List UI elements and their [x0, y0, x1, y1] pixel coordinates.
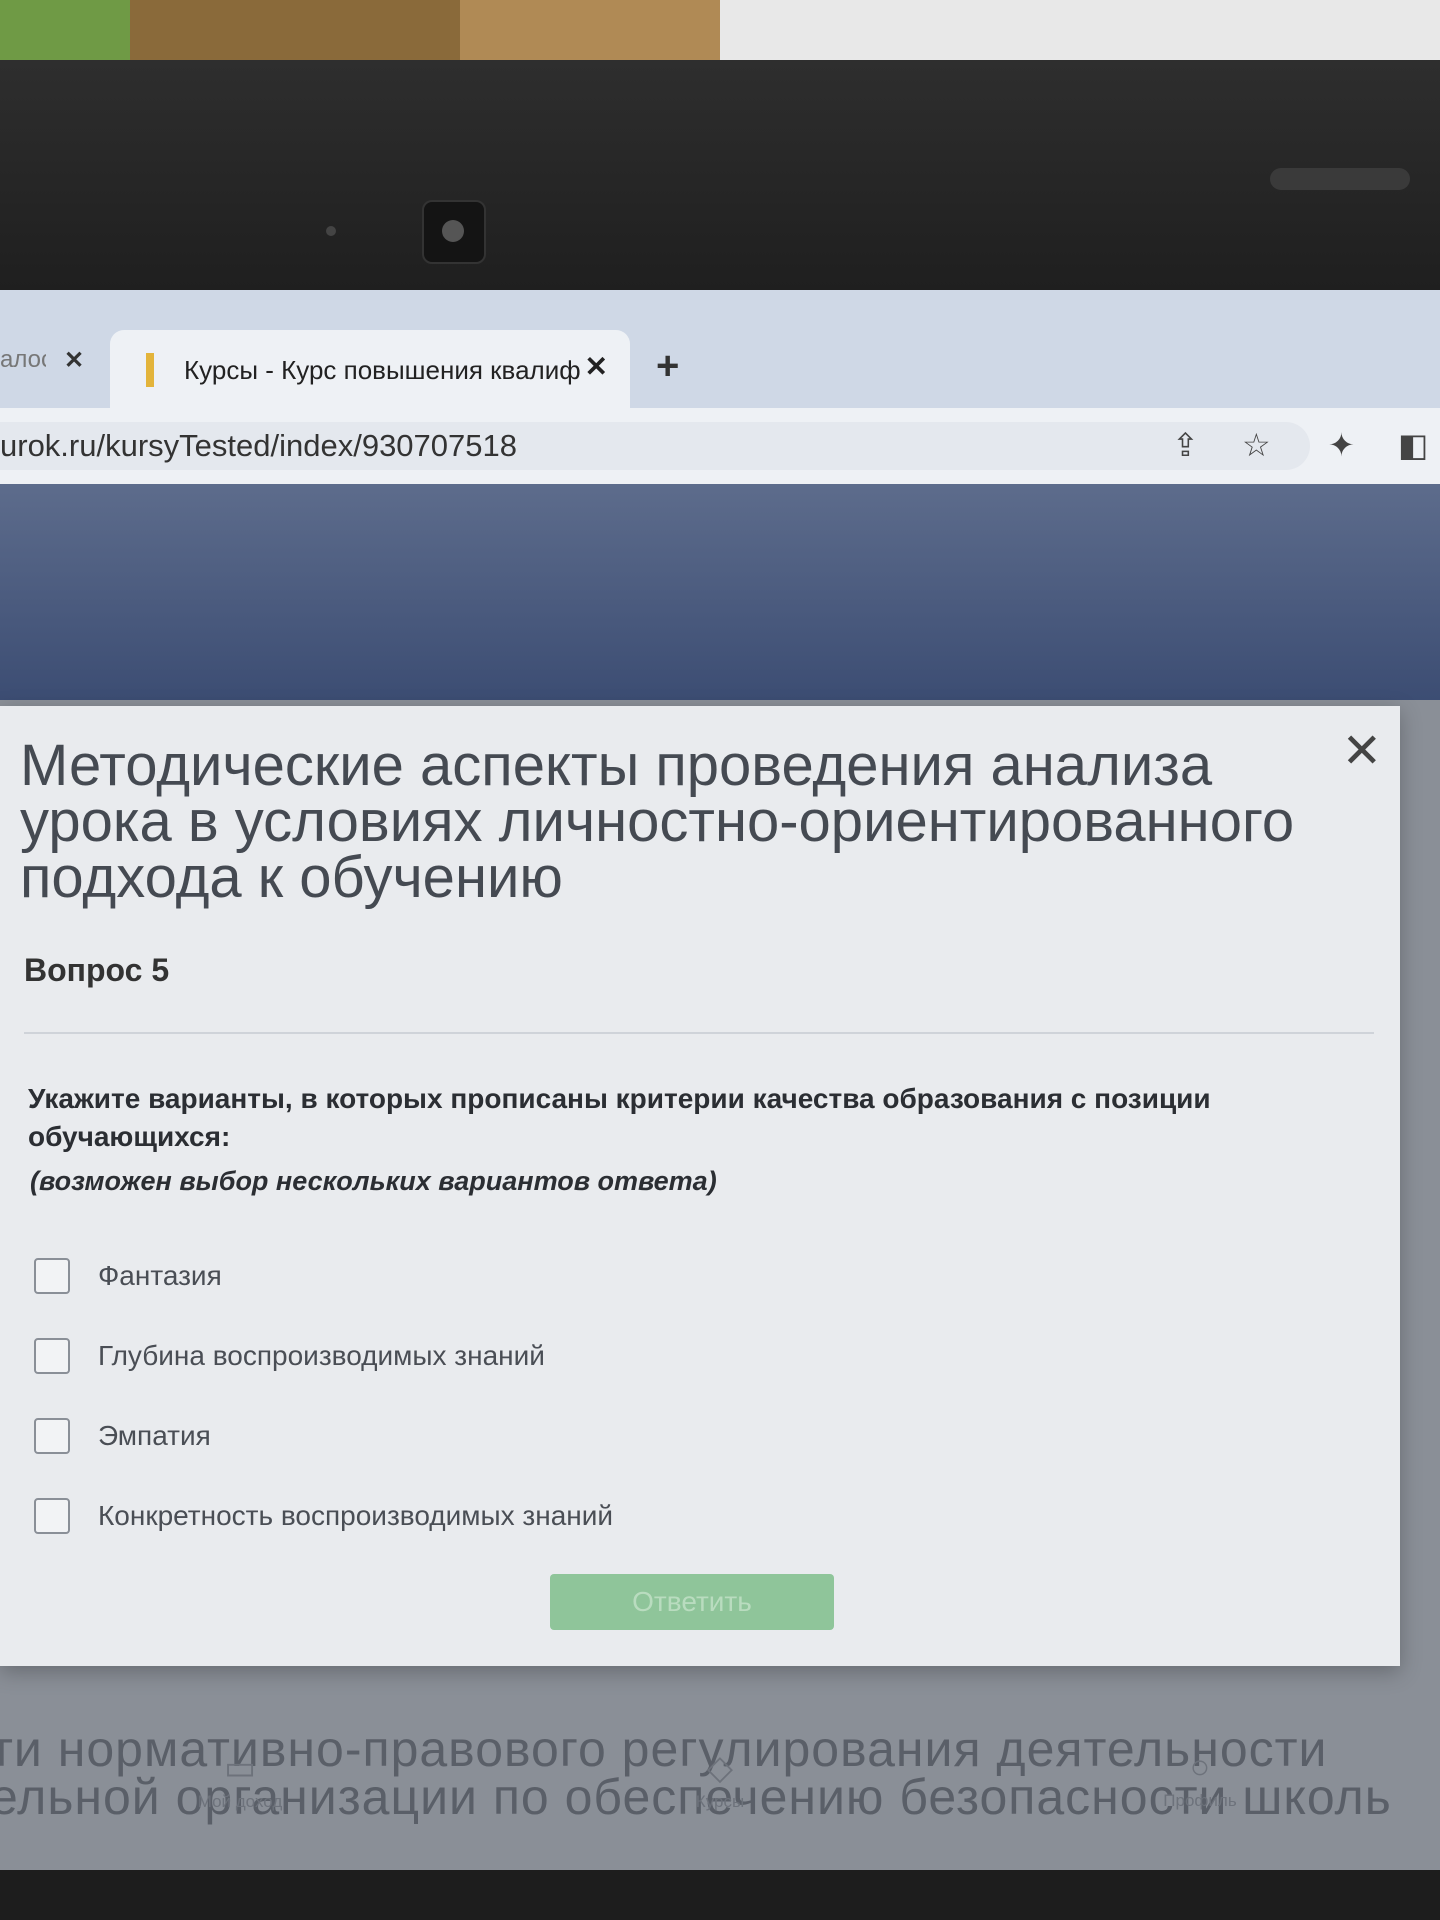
new-tab-button[interactable]: +	[656, 344, 679, 389]
answer-options: Фантазия Глубина воспроизводимых знаний …	[34, 1236, 1234, 1556]
url-field[interactable]: urok.ru/kursyTested/index/930707518	[0, 422, 1310, 470]
nav-my-income-label: Мой доход	[197, 1792, 283, 1811]
question-text: Укажите варианты, в которых прописаны кр…	[28, 1083, 1211, 1152]
divider	[24, 1032, 1374, 1034]
question-number: Вопрос 5	[24, 952, 170, 988]
share-icon[interactable]: ⇪	[1172, 426, 1199, 464]
side-panel-icon[interactable]: ◧	[1398, 426, 1428, 464]
tab-strip: алос ✕ Курсы - Курс повышения квалиф ✕ +	[0, 290, 1440, 410]
option-2[interactable]: Глубина воспроизводимых знаний	[34, 1316, 1234, 1396]
webcam-lens	[442, 220, 464, 242]
nav-my-income[interactable]: ▭ Мой доход	[140, 1748, 340, 1812]
checkbox[interactable]	[34, 1418, 70, 1454]
option-label: Эмпатия	[98, 1420, 211, 1451]
user-icon: ○	[1189, 1748, 1211, 1786]
nav-profile-label: Профиль	[1163, 1791, 1237, 1810]
address-bar: urok.ru/kursyTested/index/930707518 ⇪ ☆ …	[0, 408, 1440, 484]
course-title: Методические аспекты проведения анализа …	[20, 733, 1295, 910]
checkbox[interactable]	[34, 1498, 70, 1534]
checkbox[interactable]	[34, 1338, 70, 1374]
bottom-navigation: ▭ Мой доход ◇ Курсы ○ Профиль	[0, 1738, 1440, 1870]
laptop-bottom-bezel	[0, 1870, 1440, 1920]
question-modal: ✕ Методические аспекты проведения анализ…	[0, 706, 1400, 1666]
option-4[interactable]: Конкретность воспроизводимых знаний	[34, 1476, 1234, 1556]
tab-active-title: Курсы - Курс повышения квалиф	[184, 354, 581, 385]
browser-window: алос ✕ Курсы - Курс повышения квалиф ✕ +…	[0, 290, 1440, 1870]
wallet-icon: ▭	[223, 1749, 257, 1787]
light-sensor	[326, 226, 336, 236]
tab-previous[interactable]: алос ✕	[0, 330, 105, 390]
tab-previous-label: алос	[0, 346, 46, 373]
bezel-slot	[1270, 168, 1410, 190]
option-label: Глубина воспроизводимых знаний	[98, 1340, 545, 1371]
option-1[interactable]: Фантазия	[34, 1236, 1234, 1316]
favicon-icon	[146, 353, 154, 387]
submit-answer-button[interactable]: Ответить	[550, 1574, 834, 1630]
graduation-cap-icon: ◇	[706, 1749, 734, 1787]
nav-profile[interactable]: ○ Профиль	[1100, 1748, 1300, 1811]
extensions-icon[interactable]: ✦	[1328, 426, 1355, 464]
option-3[interactable]: Эмпатия	[34, 1396, 1234, 1476]
option-label: Фантазия	[98, 1260, 222, 1291]
webcam	[422, 200, 486, 264]
tab-previous-close-icon[interactable]: ✕	[64, 346, 84, 375]
laptop-bezel	[0, 60, 1440, 290]
option-label: Конкретность воспроизводимых знаний	[98, 1500, 614, 1531]
tab-active[interactable]: Курсы - Курс повышения квалиф ✕	[110, 330, 630, 410]
tab-close-icon[interactable]: ✕	[585, 350, 608, 383]
question-hint: (возможен выбор нескольких вариантов отв…	[30, 1166, 717, 1196]
checkbox[interactable]	[34, 1258, 70, 1294]
photo-scene: алос ✕ Курсы - Курс повышения квалиф ✕ +…	[0, 0, 1440, 1920]
nav-courses[interactable]: ◇ Курсы	[620, 1748, 820, 1812]
bookmark-star-icon[interactable]: ☆	[1242, 426, 1271, 464]
page-header	[0, 484, 1440, 700]
nav-courses-label: Курсы	[695, 1792, 745, 1811]
url-text: urok.ru/kursyTested/index/930707518	[0, 428, 517, 463]
